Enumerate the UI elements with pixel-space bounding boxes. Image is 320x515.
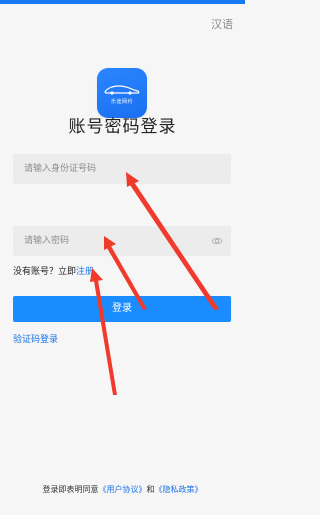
register-link[interactable]: 注册 xyxy=(76,267,94,277)
page-title: 账号密码登录 xyxy=(68,117,177,137)
agreement-text: 登录即表明同意《用户协议》和《隐私政策》 xyxy=(0,484,245,495)
register-prompt: 没有账号？立即 xyxy=(13,267,77,277)
login-button[interactable]: 登录 xyxy=(13,296,231,322)
password-placeholder: 请输入密码 xyxy=(24,236,70,246)
register-row: 没有账号？立即注册 xyxy=(13,264,94,277)
verification-code-login-link[interactable]: 验证码登录 xyxy=(13,332,58,345)
id-number-input[interactable]: 请输入身份证号码 xyxy=(13,154,231,184)
id-number-placeholder: 请输入身份证号码 xyxy=(24,164,97,174)
privacy-policy-link[interactable]: 《隐私政策》 xyxy=(155,485,203,494)
password-input[interactable]: 请输入密码 xyxy=(13,226,231,256)
app-logo: 乐途网约 xyxy=(97,68,147,118)
agreement-and: 和 xyxy=(146,485,155,494)
user-agreement-link[interactable]: 《用户协议》 xyxy=(99,485,147,494)
login-screen: 汉语 乐途网约 账号密码登录 请输入身份证号码 请输入密码 没有账号？立即注册 … xyxy=(0,0,245,515)
eye-icon[interactable] xyxy=(211,235,223,247)
agreement-prefix: 登录即表明同意 xyxy=(42,485,99,494)
logo-text: 乐途网约 xyxy=(110,99,133,105)
language-switch[interactable]: 汉语 xyxy=(211,16,233,32)
status-bar xyxy=(0,0,245,4)
car-icon xyxy=(104,85,140,95)
